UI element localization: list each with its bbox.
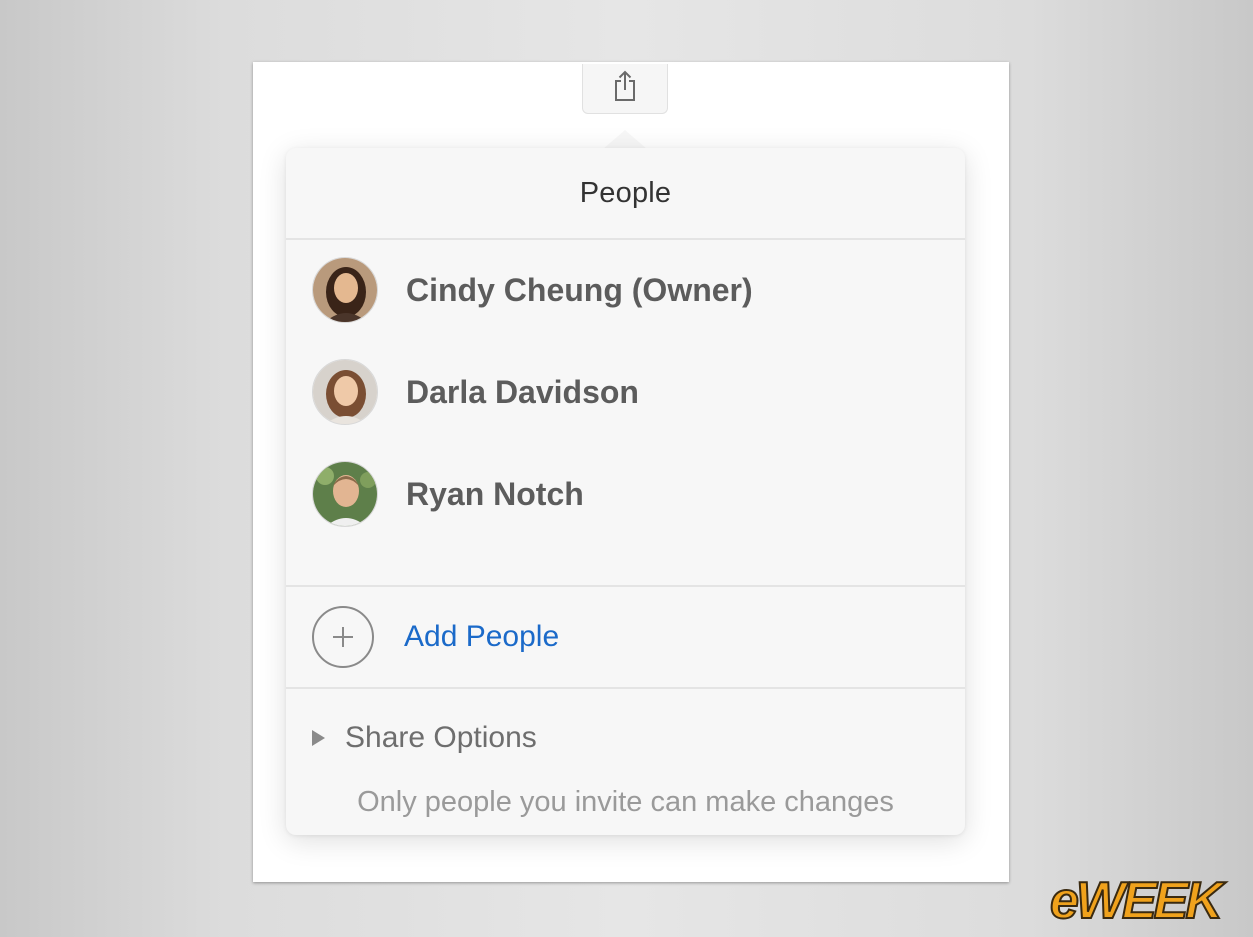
person-row[interactable]: Ryan Notch (312, 460, 942, 528)
avatar (312, 461, 378, 527)
plus-icon (312, 606, 374, 668)
person-row[interactable]: Darla Davidson (312, 358, 942, 426)
share-options-label: Share Options (345, 721, 537, 754)
share-icon (612, 70, 638, 107)
divider (286, 585, 965, 587)
person-name: Darla Davidson (406, 373, 639, 410)
disclosure-triangle-icon (312, 730, 325, 746)
svg-text:eWEEK: eWEEK (1050, 872, 1226, 928)
person-name: Cindy Cheung (Owner) (406, 271, 753, 308)
eweek-logo: eWEEK (1046, 868, 1236, 931)
person-row[interactable]: Cindy Cheung (Owner) (312, 256, 942, 324)
person-name: Ryan Notch (406, 475, 584, 512)
people-popover: People Cindy Cheung (Owner) Darla Davids… (286, 148, 965, 835)
add-people-button[interactable]: Add People (312, 604, 942, 670)
divider (286, 687, 965, 689)
share-options-toggle[interactable]: Share Options (312, 718, 537, 758)
divider (286, 238, 965, 240)
permission-note: Only people you invite can make changes (357, 786, 894, 818)
popover-title: People (579, 176, 672, 209)
add-people-label: Add People (404, 620, 560, 653)
popover-arrow (603, 130, 647, 149)
avatar (312, 359, 378, 425)
share-button[interactable] (582, 64, 668, 114)
avatar (312, 257, 378, 323)
